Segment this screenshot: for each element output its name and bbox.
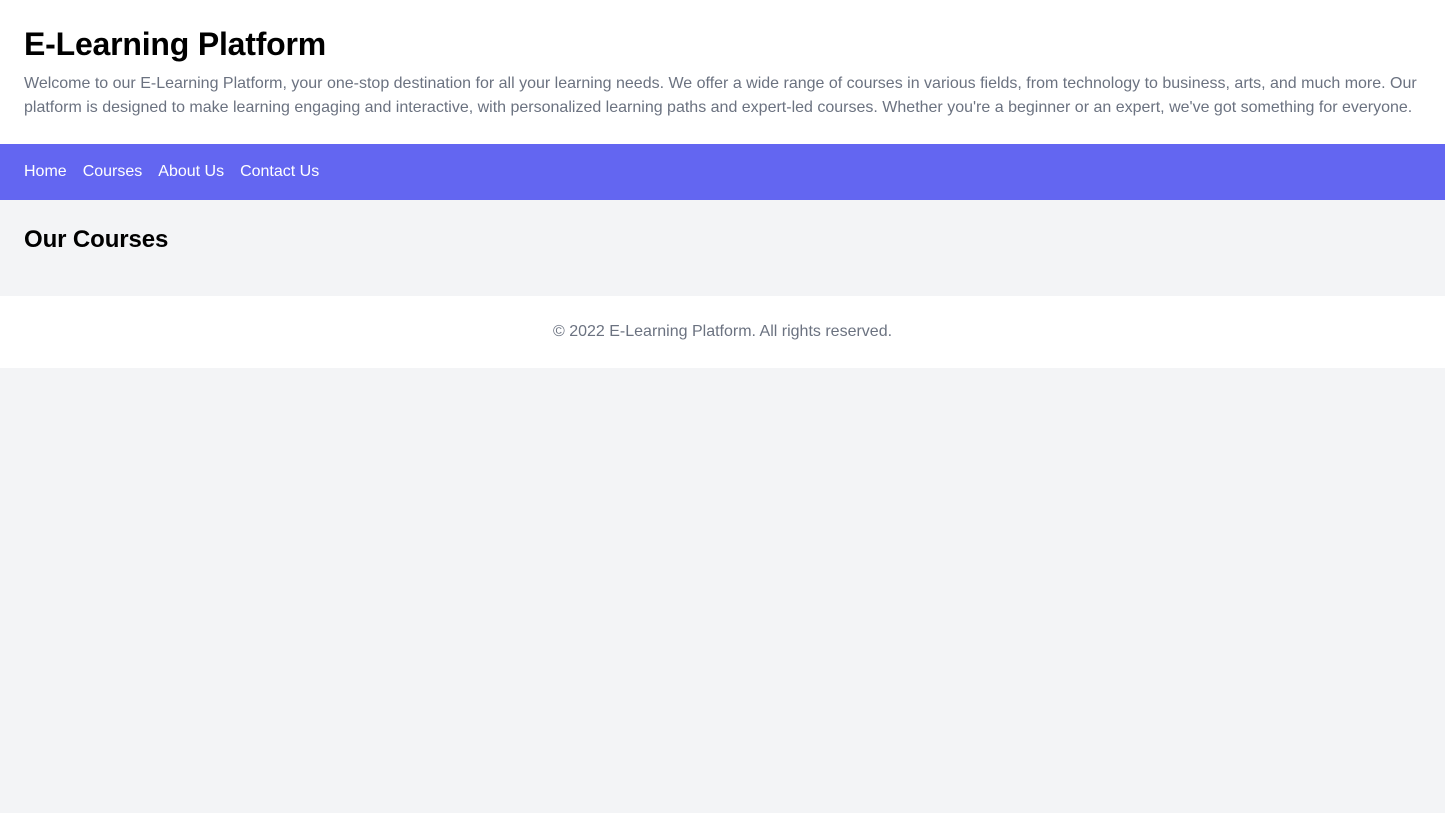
page-background-tail xyxy=(0,368,1445,813)
nav-list: Home Courses About Us Contact Us xyxy=(24,160,1421,184)
site-footer: © 2022 E-Learning Platform. All rights r… xyxy=(0,296,1445,368)
nav-item-contact-us[interactable]: Contact Us xyxy=(240,160,319,184)
nav-link-courses[interactable]: Courses xyxy=(83,160,143,184)
nav-link-about-us[interactable]: About Us xyxy=(158,160,224,184)
nav-link-contact-us[interactable]: Contact Us xyxy=(240,160,319,184)
page-root: E-Learning Platform Welcome to our E-Lea… xyxy=(0,0,1445,813)
footer-copyright: © 2022 E-Learning Platform. All rights r… xyxy=(552,323,893,340)
courses-section-title: Our Courses xyxy=(24,226,169,253)
main-navigation: Home Courses About Us Contact Us xyxy=(0,144,1445,200)
nav-item-about-us[interactable]: About Us xyxy=(158,160,224,184)
site-header: E-Learning Platform Welcome to our E-Lea… xyxy=(0,0,1445,144)
nav-item-home[interactable]: Home xyxy=(24,160,67,184)
main-content: Our Courses xyxy=(0,200,1445,296)
intro-paragraph: Welcome to our E-Learning Platform, your… xyxy=(24,75,1417,116)
nav-item-courses[interactable]: Courses xyxy=(83,160,143,184)
page-title: E-Learning Platform xyxy=(24,26,327,62)
nav-link-home[interactable]: Home xyxy=(24,160,67,184)
